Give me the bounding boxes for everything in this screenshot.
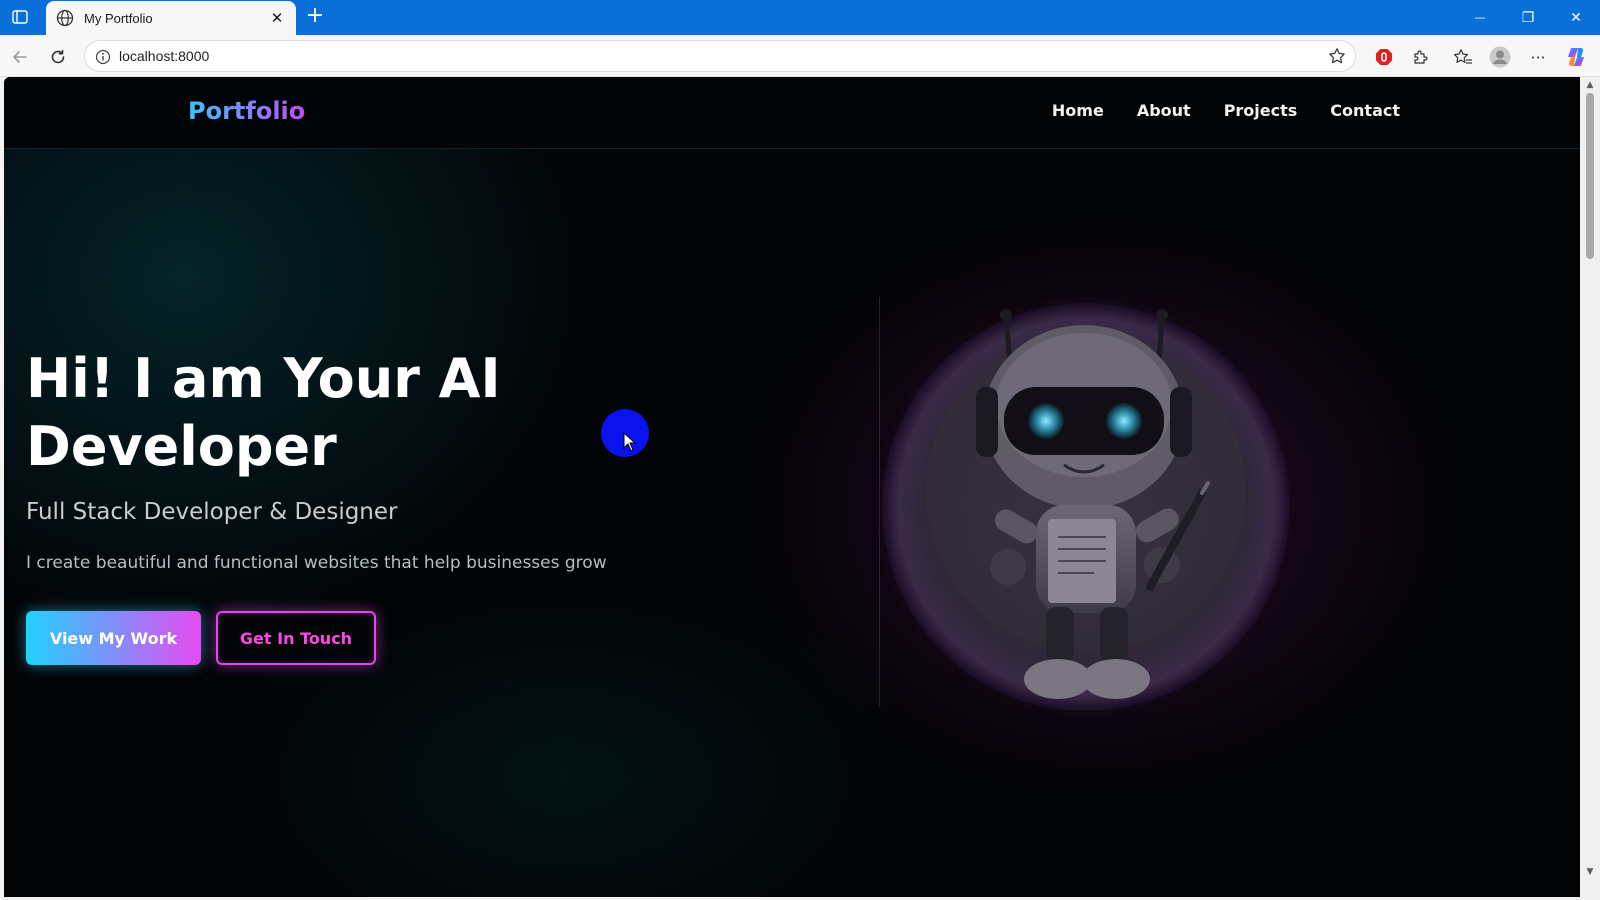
site-info-icon[interactable] [93, 47, 113, 67]
hero-description: I create beautiful and functional websit… [26, 553, 607, 573]
avatar-icon [1489, 46, 1511, 68]
get-in-touch-button[interactable]: Get In Touch [216, 611, 376, 665]
nav-links: Home About Projects Contact [1052, 101, 1400, 120]
hero-title-line1: Hi! I am Your AI [26, 347, 501, 410]
view-my-work-button[interactable]: View My Work [26, 611, 201, 665]
puzzle-icon [1414, 50, 1428, 64]
restore-icon: ❐ [1521, 9, 1535, 26]
back-arrow-icon [13, 51, 27, 63]
tab-actions-icon [12, 10, 28, 24]
nav-link-about[interactable]: About [1137, 101, 1191, 120]
url-text[interactable]: localhost:8000 [119, 41, 209, 71]
copilot-icon [1568, 48, 1584, 66]
page-viewport: Portfolio Home About Projects Contact Hi… [4, 77, 1580, 897]
scroll-down-arrow-icon[interactable]: ▼ [1585, 867, 1595, 877]
nav-link-projects[interactable]: Projects [1224, 101, 1298, 120]
more-menu-button[interactable]: ··· [1524, 43, 1552, 71]
scrollbar-thumb[interactable] [1586, 93, 1594, 259]
tab-close-icon[interactable]: ✕ [268, 9, 286, 27]
tab-title: My Portfolio [84, 10, 153, 26]
minimize-button[interactable]: — [1456, 0, 1504, 35]
browser-tab-active[interactable]: My Portfolio ✕ [46, 1, 296, 35]
favorites-list-icon [1453, 49, 1472, 64]
back-button[interactable] [6, 43, 34, 71]
adblock-extension-button[interactable] [1370, 43, 1398, 71]
nav-link-home[interactable]: Home [1052, 101, 1104, 120]
profile-button[interactable] [1486, 43, 1514, 71]
more-icon: ··· [1530, 47, 1546, 67]
reload-icon [51, 49, 65, 64]
hero-title-line2: Developer [26, 415, 337, 478]
close-window-button[interactable]: ✕ [1552, 0, 1600, 35]
mouse-cursor-icon [623, 432, 637, 452]
minimize-icon: — [1474, 11, 1486, 24]
restore-button[interactable]: ❐ [1504, 0, 1552, 35]
globe-icon [56, 9, 74, 27]
nav-link-contact[interactable]: Contact [1330, 101, 1400, 120]
reload-button[interactable] [44, 43, 72, 71]
favorites-button[interactable] [1449, 43, 1477, 71]
close-icon: ✕ [1570, 9, 1582, 26]
browser-toolbar: localhost:8000 ··· [0, 35, 1600, 77]
favorite-star-icon[interactable] [1327, 46, 1347, 66]
hero-background [4, 77, 1580, 897]
tab-actions-button[interactable] [8, 6, 32, 28]
page-scrollbar[interactable]: ▲ ▼ [1580, 77, 1600, 900]
site-logo[interactable]: Portfolio [188, 97, 305, 125]
extensions-button[interactable] [1407, 43, 1435, 71]
copilot-button[interactable] [1562, 43, 1590, 71]
robot-illustration [866, 287, 1306, 727]
browser-titlebar: My Portfolio ✕ + — ❐ ✕ [0, 0, 1600, 35]
new-tab-button[interactable]: + [302, 4, 328, 30]
hero-subtitle: Full Stack Developer & Designer [26, 499, 398, 525]
stop-sign-icon [1376, 49, 1392, 65]
site-navbar: Portfolio Home About Projects Contact [4, 77, 1580, 149]
scroll-up-arrow-icon[interactable]: ▲ [1585, 80, 1595, 90]
address-bar[interactable]: localhost:8000 [84, 40, 1356, 72]
